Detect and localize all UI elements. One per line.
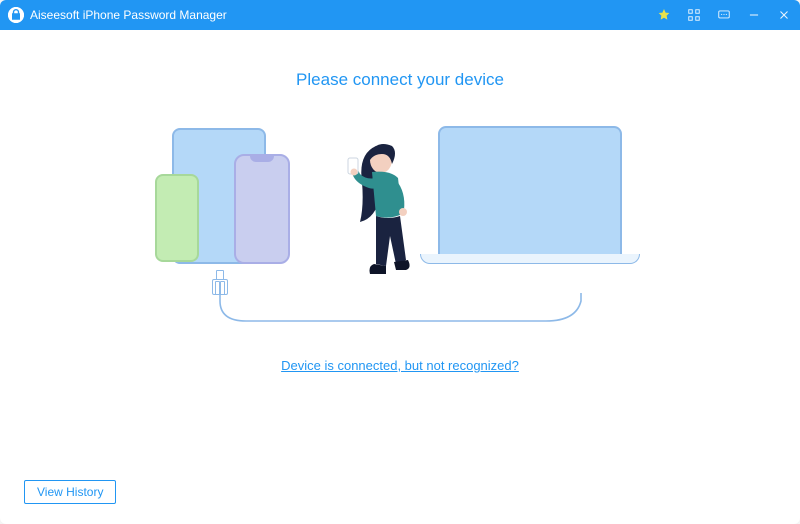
laptop-icon — [420, 126, 640, 286]
person-illustration — [346, 136, 426, 298]
premium-icon[interactable] — [656, 7, 672, 23]
usb-plug-icon — [212, 270, 228, 296]
device-not-recognized-link[interactable]: Device is connected, but not recognized? — [281, 358, 519, 373]
content-area: Please connect your device — [2, 32, 798, 522]
phone-purple-icon — [234, 154, 290, 264]
app-title: Aiseesoft iPhone Password Manager — [30, 8, 227, 22]
titlebar: Aiseesoft iPhone Password Manager — [0, 0, 800, 30]
view-history-button[interactable]: View History — [24, 480, 116, 504]
close-icon[interactable] — [776, 7, 792, 23]
minimize-icon[interactable] — [746, 7, 762, 23]
connect-instruction: Please connect your device — [296, 70, 504, 90]
menu-grid-icon[interactable] — [686, 7, 702, 23]
titlebar-right — [656, 7, 792, 23]
titlebar-left: Aiseesoft iPhone Password Manager — [8, 7, 227, 23]
connect-illustration — [160, 126, 640, 336]
app-window: Aiseesoft iPhone Password Manager Please… — [0, 0, 800, 524]
app-logo-icon — [8, 7, 24, 23]
phone-green-icon — [155, 174, 199, 262]
feedback-icon[interactable] — [716, 7, 732, 23]
